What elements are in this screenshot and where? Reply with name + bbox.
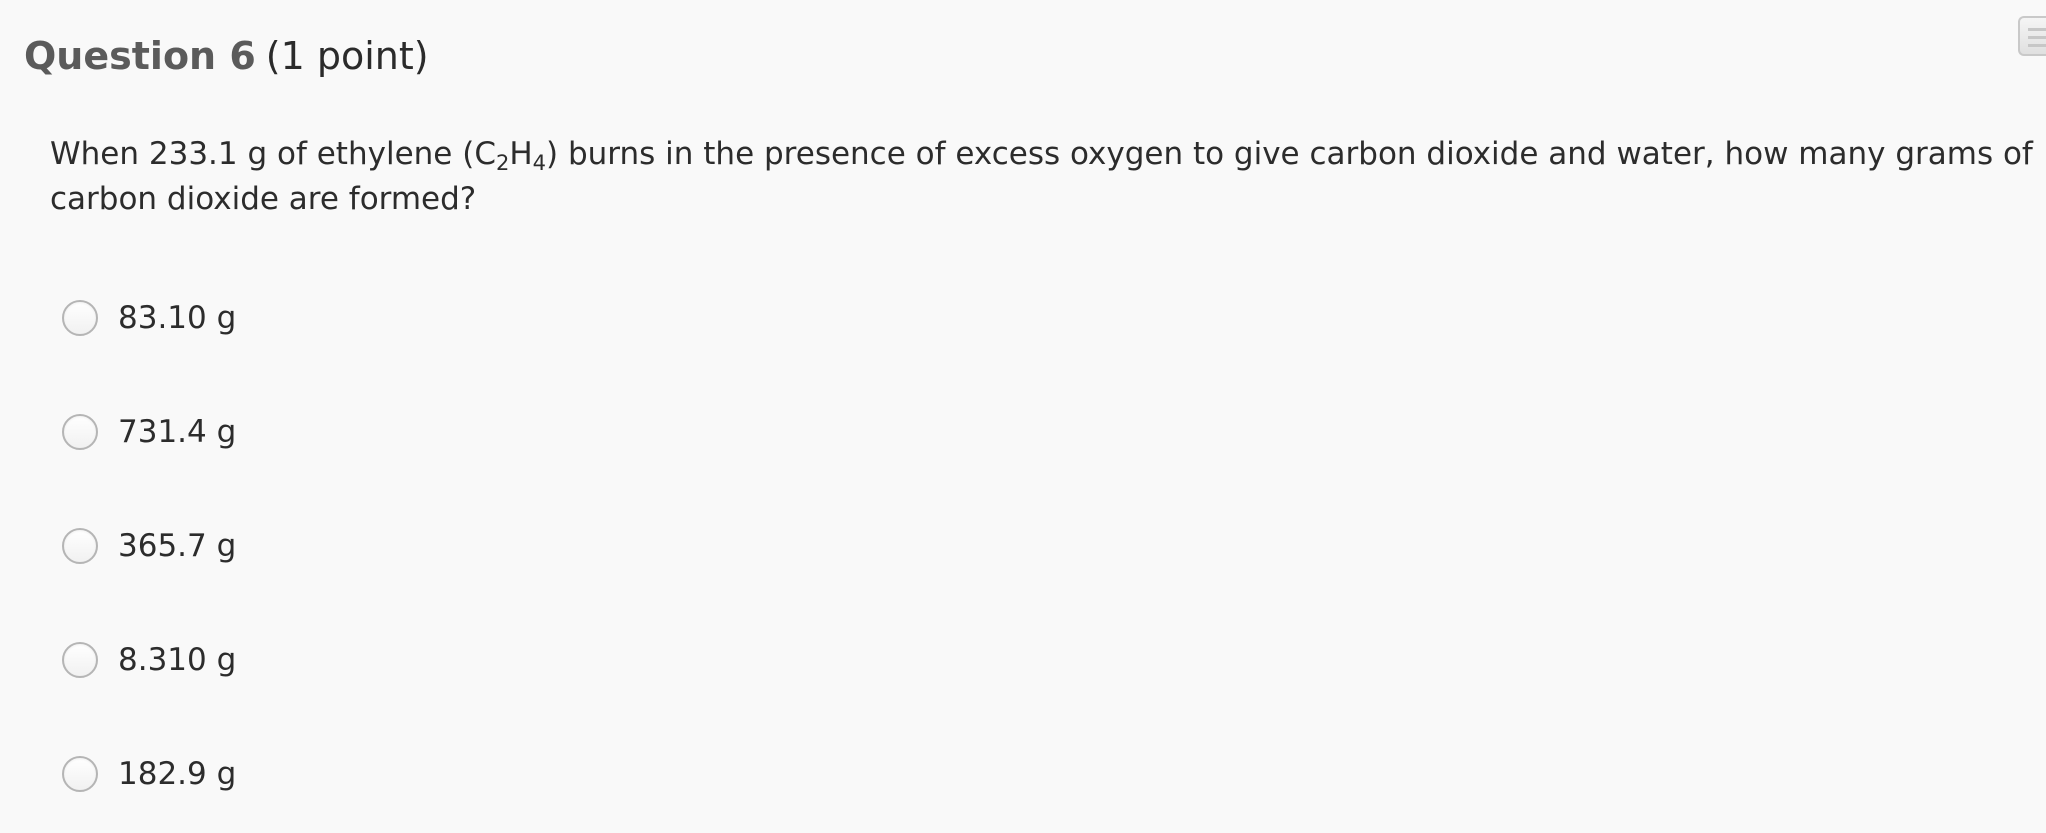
answer-label: 83.10 g <box>118 300 237 336</box>
question-points: (1 point) <box>265 34 429 78</box>
formula-hydrogen: H <box>509 136 533 172</box>
answer-option[interactable]: 731.4 g <box>62 402 236 462</box>
answer-option[interactable]: 83.10 g <box>62 288 236 348</box>
answer-label: 731.4 g <box>118 414 237 450</box>
answer-label: 8.310 g <box>118 642 237 678</box>
answer-label: 365.7 g <box>118 528 237 564</box>
notes-icon-line <box>2028 36 2046 39</box>
radio-button[interactable] <box>62 300 98 336</box>
notes-icon[interactable] <box>2018 16 2046 56</box>
question-text: When 233.1 g of ethylene (C2H4) burns in… <box>50 132 2040 222</box>
question-heading: Question 6 (1 point) <box>24 28 429 84</box>
answer-option[interactable]: 182.9 g <box>62 744 236 804</box>
notes-icon-line <box>2028 28 2046 31</box>
radio-button[interactable] <box>62 756 98 792</box>
notes-icon-line <box>2028 44 2046 47</box>
question-number: Question 6 <box>24 34 256 78</box>
radio-button[interactable] <box>62 642 98 678</box>
answer-option[interactable]: 8.310 g <box>62 630 236 690</box>
radio-button[interactable] <box>62 528 98 564</box>
formula-subscript-carbon: 2 <box>495 151 510 175</box>
quiz-page: Question 6 (1 point) When 233.1 g of ethy… <box>0 0 2046 833</box>
answer-label: 182.9 g <box>118 756 237 792</box>
answer-option[interactable]: 365.7 g <box>62 516 236 576</box>
formula-subscript-hydrogen: 4 <box>532 151 547 175</box>
question-text-start: When 233.1 g of ethylene (C <box>50 136 496 172</box>
radio-button[interactable] <box>62 414 98 450</box>
